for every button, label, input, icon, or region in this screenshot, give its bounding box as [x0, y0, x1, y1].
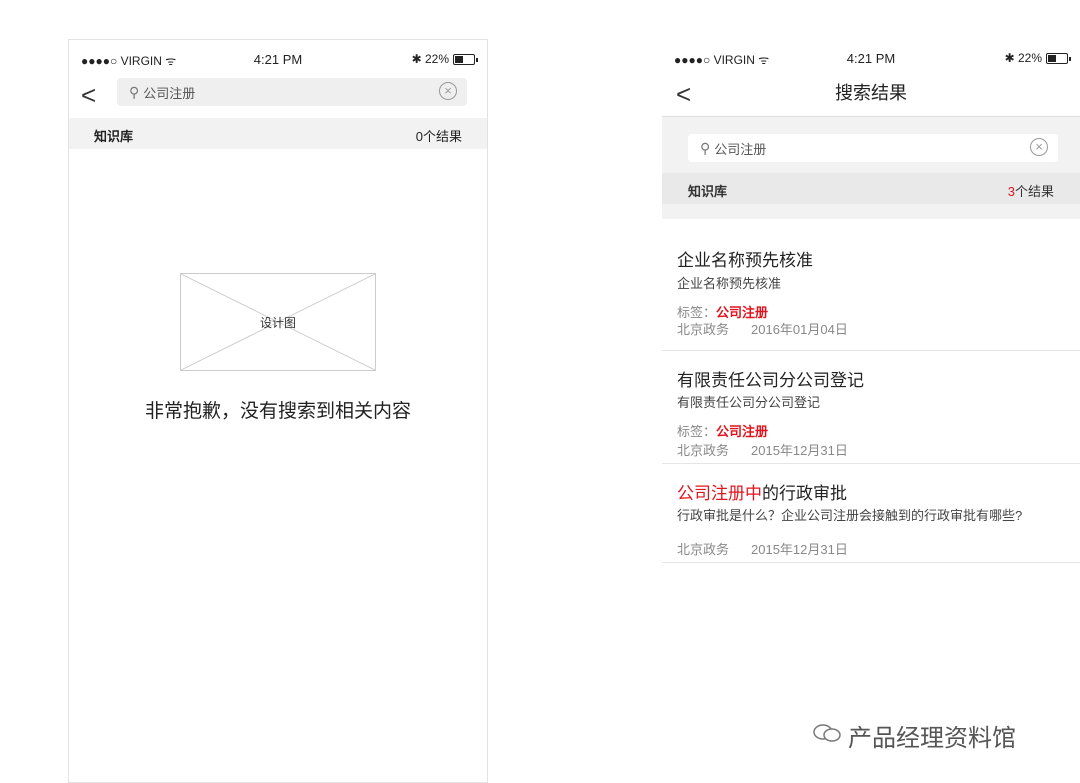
page-title: 搜索结果: [835, 83, 907, 103]
watermark-text: 产品经理资料馆: [848, 725, 1016, 752]
empty-results-screen: ●●●●○ VIRGIN ᯤ 4:21 PM ✱ 22% < ⚲ 公司注册 × …: [68, 39, 488, 783]
result-count-number: 3: [1007, 184, 1015, 199]
result-meta: 北京政务 2015年12月31日: [677, 539, 848, 558]
search-value: 公司注册: [714, 141, 767, 157]
result-meta: 北京政务 2016年01月04日: [677, 319, 848, 338]
battery-indicator: ✱ 22%: [411, 52, 478, 66]
search-panel: ⚲ 公司注册 × 知识库 3个结果: [662, 116, 1080, 219]
battery-text: ✱ 22%: [411, 52, 449, 66]
clear-icon[interactable]: ×: [1030, 138, 1048, 156]
section-label: 知识库: [94, 129, 134, 144]
search-icon: ⚲: [129, 83, 140, 100]
result-date: 2015年12月31日: [751, 542, 848, 557]
watermark: 产品经理资料馆: [812, 718, 1016, 753]
battery-indicator: ✱ 22%: [1004, 51, 1071, 65]
status-bar: ●●●●○ VIRGIN ᯤ 4:21 PM ✱ 22%: [69, 40, 487, 76]
tag-label: 标签：: [677, 305, 717, 320]
result-title: 有限责任公司分公司登记: [677, 371, 864, 390]
battery-text: ✱ 22%: [1004, 51, 1042, 65]
result-source: 北京政务: [677, 322, 730, 337]
clear-icon[interactable]: ×: [439, 82, 457, 100]
search-input[interactable]: ⚲ 公司注册 ×: [117, 78, 467, 106]
placeholder-image: 设计图: [180, 273, 376, 371]
result-item[interactable]: 公司注册中的行政审批 行政审批是什么？企业公司注册会接触到的行政审批有哪些? 北…: [662, 464, 1080, 563]
result-meta: 北京政务 2015年12月31日: [677, 440, 848, 459]
section-header-knowledge: 知识库 3个结果: [662, 173, 1080, 204]
title-rest: 的行政审批: [762, 484, 847, 503]
result-item[interactable]: 企业名称预先核准 企业名称预先核准 标签：公司注册 北京政务 2016年01月04…: [662, 218, 1080, 351]
tag-value: 公司注册: [716, 424, 769, 439]
result-desc: 有限责任公司分公司登记: [677, 395, 821, 410]
result-item[interactable]: 有限责任公司分公司登记 有限责任公司分公司登记 标签：公司注册 北京政务 2015…: [662, 351, 1080, 464]
result-tag: 标签：公司注册: [677, 421, 768, 440]
search-results-screen: ●●●●○ VIRGIN ᯤ 4:21 PM ✱ 22% < 搜索结果 ⚲ 公司…: [662, 39, 1080, 579]
title-highlight: 公司注册中: [677, 484, 762, 503]
status-bar: ●●●●○ VIRGIN ᯤ 4:21 PM ✱ 22%: [662, 39, 1080, 75]
back-icon[interactable]: <: [81, 82, 96, 108]
section-label: 知识库: [688, 184, 728, 199]
result-source: 北京政务: [677, 443, 730, 458]
tag-value: 公司注册: [716, 305, 769, 320]
result-desc: 行政审批是什么？企业公司注册会接触到的行政审批有哪些?: [677, 508, 1023, 523]
result-title: 企业名称预先核准: [677, 251, 813, 270]
result-desc: 企业名称预先核准: [677, 276, 782, 291]
result-count-suffix: 个结果: [1014, 184, 1054, 199]
placeholder-label: 设计图: [259, 316, 296, 330]
result-count: 3个结果: [1008, 181, 1054, 200]
search-value: 公司注册: [143, 85, 196, 101]
result-date: 2016年01月04日: [751, 322, 848, 337]
result-source: 北京政务: [677, 542, 730, 557]
result-count: 0个结果: [415, 129, 462, 144]
empty-message: 非常抱歉，没有搜索到相关内容: [144, 401, 411, 422]
section-header-knowledge: 知识库 0个结果: [69, 118, 487, 149]
search-input[interactable]: ⚲ 公司注册 ×: [688, 134, 1058, 162]
battery-icon: [453, 53, 478, 65]
battery-icon: [1046, 52, 1071, 64]
wechat-icon: [812, 722, 842, 750]
search-icon: ⚲: [700, 139, 711, 156]
result-date: 2015年12月31日: [751, 443, 848, 458]
tag-label: 标签：: [677, 424, 717, 439]
result-title: 公司注册中的行政审批: [677, 479, 847, 504]
